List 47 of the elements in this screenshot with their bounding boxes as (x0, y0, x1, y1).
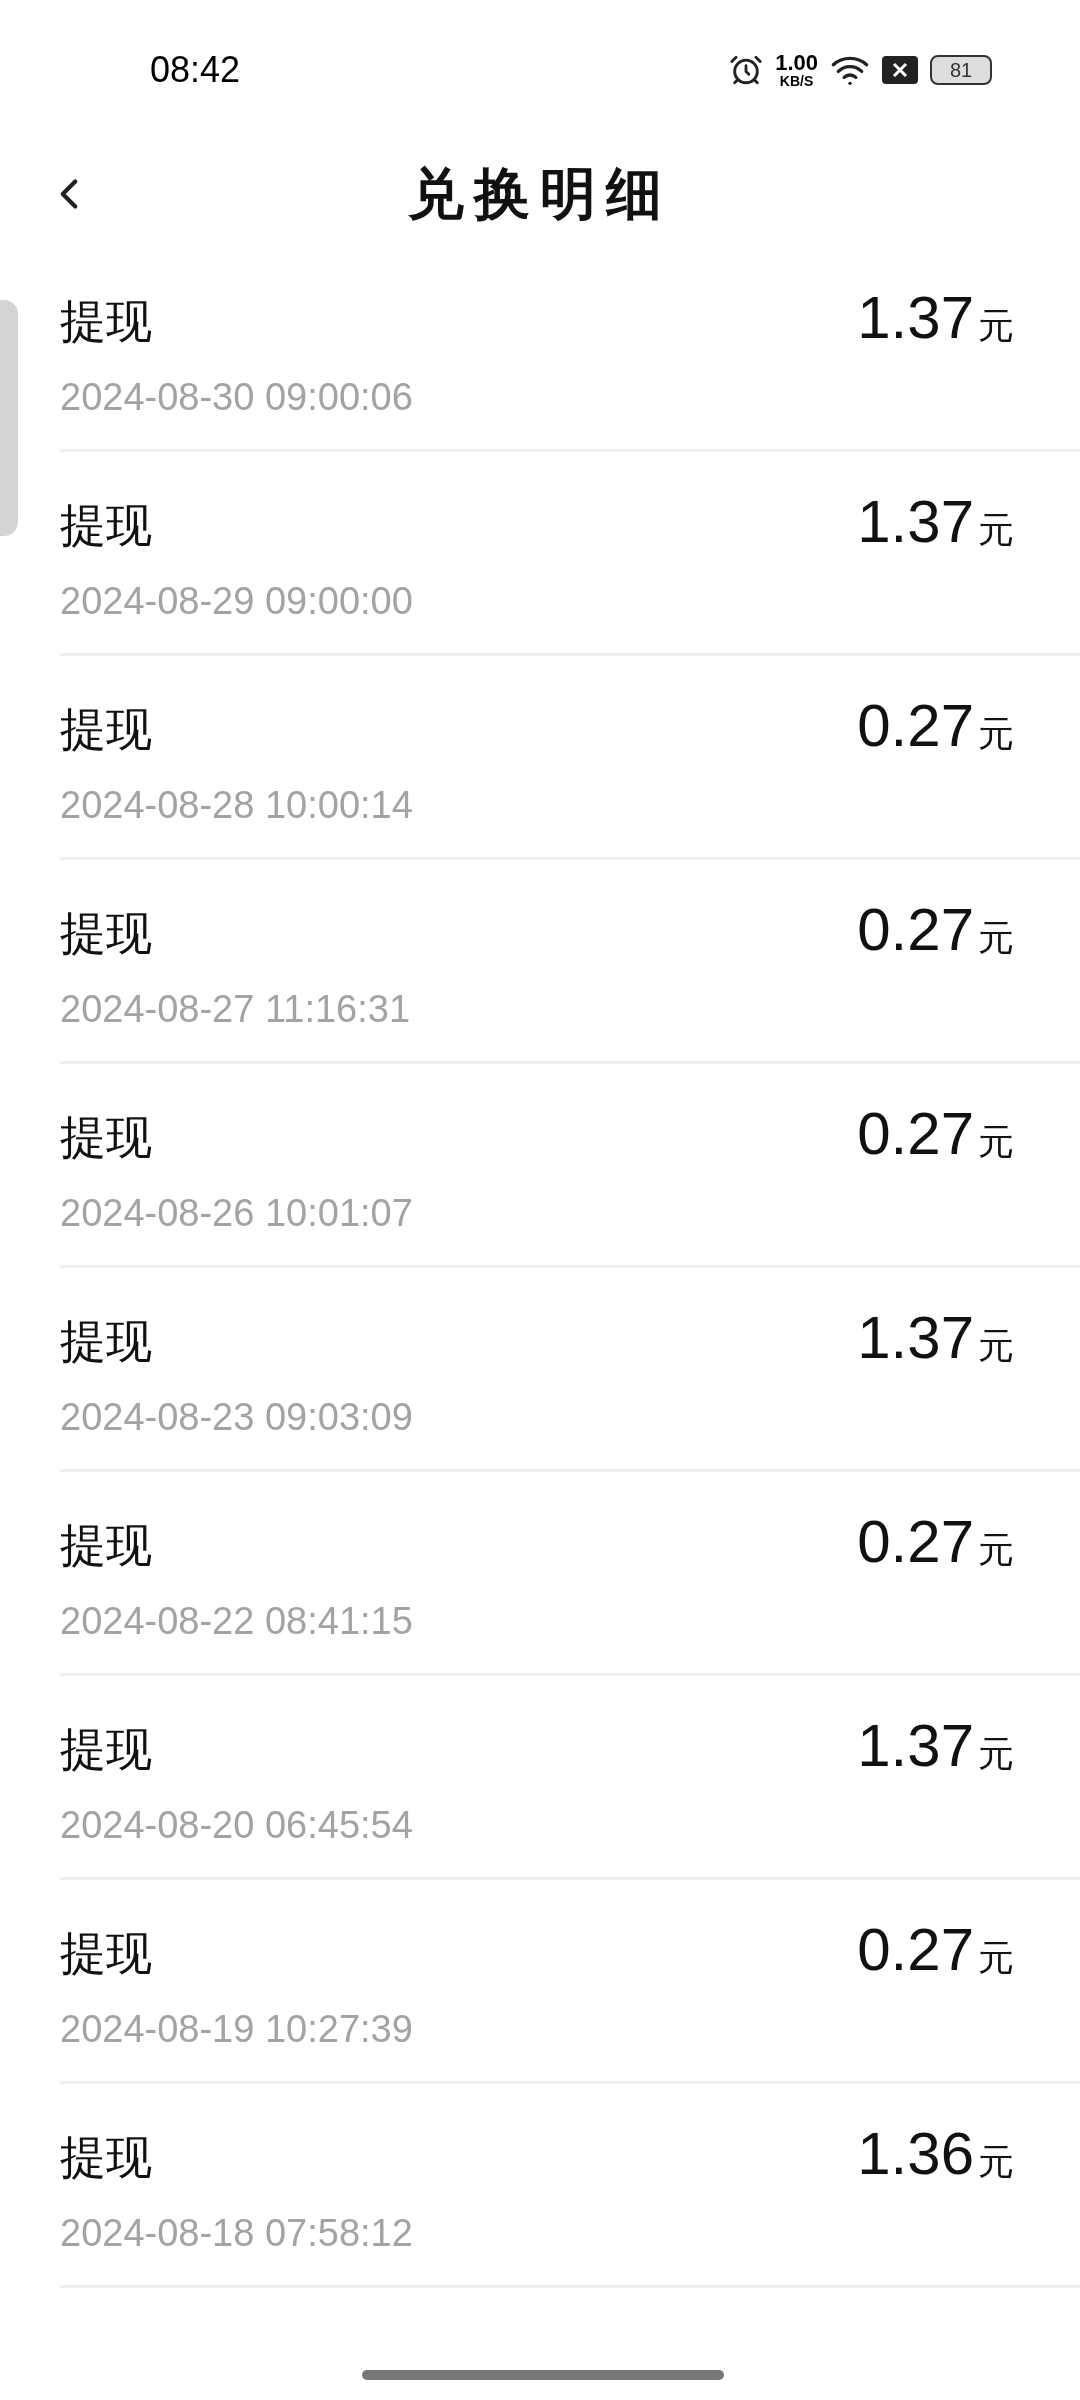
battery-indicator: 81 (930, 55, 992, 85)
network-speed: 1.00 (775, 52, 818, 74)
record-type: 提现 (60, 502, 153, 548)
currency-unit: 元 (978, 1124, 1014, 1160)
record-type: 提现 (60, 1522, 153, 1568)
currency-unit: 元 (978, 1532, 1014, 1568)
currency-unit: 元 (978, 1940, 1014, 1976)
record-type: 提现 (60, 1114, 153, 1160)
currency-unit: 元 (978, 2144, 1014, 2180)
record-amount: 0.27 (857, 900, 974, 960)
sim-off-icon (882, 56, 918, 84)
record-type: 提现 (60, 298, 153, 344)
record-amount: 1.37 (857, 1716, 974, 1776)
alarm-icon (729, 53, 764, 87)
record-time: 2024-08-28 10:00:14 (60, 786, 413, 824)
currency-unit: 元 (978, 716, 1014, 752)
record-type: 提现 (60, 1930, 153, 1976)
record-amount: 1.37 (857, 492, 974, 552)
currency-unit: 元 (978, 920, 1014, 956)
record-time: 2024-08-26 10:01:07 (60, 1194, 413, 1232)
currency-unit: 元 (978, 1736, 1014, 1772)
record-time: 2024-08-23 09:03:09 (60, 1398, 413, 1436)
record-type: 提现 (60, 1726, 153, 1772)
record-time: 2024-08-22 08:41:15 (60, 1602, 413, 1640)
page-title: 兑换明细 (408, 161, 672, 227)
record-type: 提现 (60, 910, 153, 956)
record-type: 提现 (60, 2134, 153, 2180)
record-amount: 0.27 (857, 1512, 974, 1572)
record-amount: 1.36 (857, 2124, 974, 2184)
currency-unit: 元 (978, 308, 1014, 344)
record-time: 2024-08-19 10:27:39 (60, 2010, 413, 2048)
record-amount: 0.27 (857, 1104, 974, 1164)
status-time: 08:42 (150, 48, 241, 92)
record-time: 2024-08-29 09:00:00 (60, 582, 413, 620)
network-speed-unit: KB/S (779, 74, 814, 88)
record-type: 提现 (60, 706, 153, 752)
record-amount: 0.27 (857, 1920, 974, 1980)
record-time: 2024-08-20 06:45:54 (60, 1806, 413, 1844)
record-time: 2024-08-30 09:00:06 (60, 378, 413, 416)
record-amount: 0.27 (857, 696, 974, 756)
record-time: 2024-08-18 07:58:12 (60, 2214, 413, 2252)
record-type: 提现 (60, 1318, 153, 1364)
record-amount: 1.37 (857, 1308, 974, 1368)
record-amount: 1.37 (857, 288, 974, 348)
record-time: 2024-08-27 11:16:31 (60, 990, 411, 1028)
currency-unit: 元 (978, 512, 1014, 548)
currency-unit: 元 (978, 1328, 1014, 1364)
